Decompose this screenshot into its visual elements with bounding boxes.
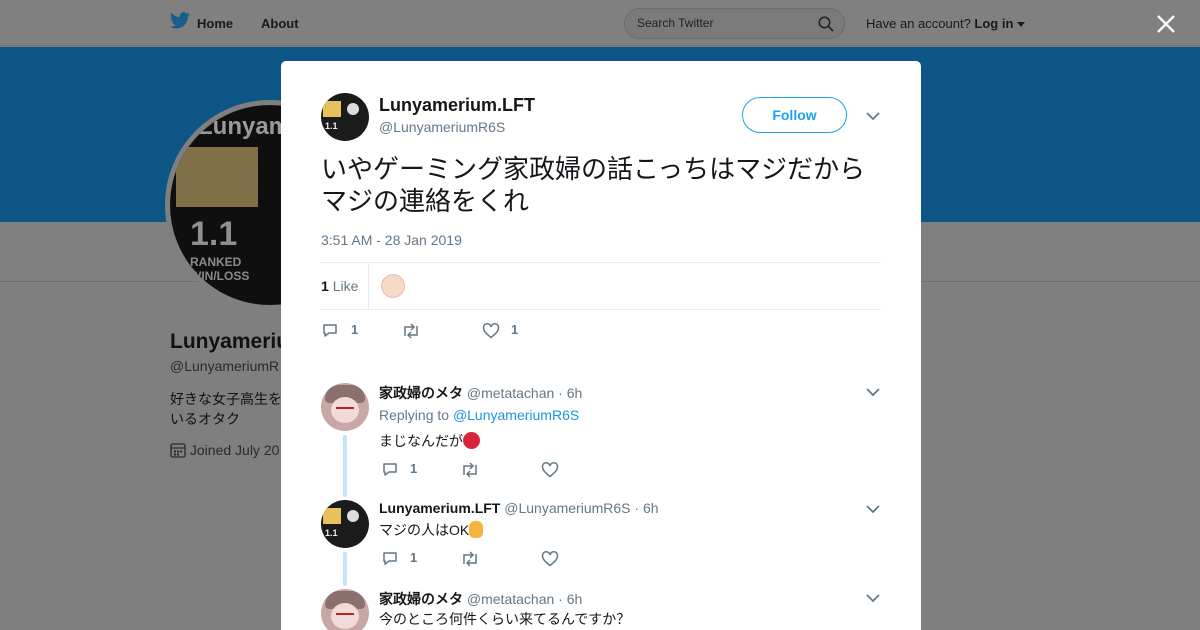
have-account-prompt: Have an account? Log in: [866, 16, 1026, 31]
replying-to-line: Replying to @LunyameriumR6S: [379, 407, 579, 423]
reply-author-name[interactable]: Lunyamerium.LFT: [379, 500, 500, 516]
reply-avatar[interactable]: [321, 589, 369, 630]
avatar-artwork: [176, 147, 258, 207]
avatar-caption-line2: WIN/LOSS: [190, 269, 250, 283]
profile-joined-text: Joined July 20: [189, 442, 280, 458]
top-nav-bar: Home About Search Twitter Have an accoun…: [0, 0, 1200, 46]
reply-avatar[interactable]: 1.1: [321, 500, 369, 548]
avatar-emblem: [347, 510, 359, 522]
calendar-icon: [170, 443, 186, 458]
twitter-logo-icon[interactable]: [170, 12, 190, 29]
nav-about-link[interactable]: About: [261, 16, 299, 31]
heart-icon[interactable]: [482, 322, 500, 340]
reply-actions: 1: [381, 461, 581, 481]
reply-item[interactable]: 家政婦のメタ @metatachan · 6h 今のところ何件くらい来てるんです…: [321, 589, 881, 630]
reply-text: 今のところ何件くらい来てるんですか？: [379, 611, 631, 627]
author-avatar[interactable]: 1.1: [321, 93, 369, 141]
tweet-stats: 1 Like: [321, 262, 881, 310]
tweet-timestamp[interactable]: 3:51 AM - 28 Jan 2019: [321, 232, 462, 248]
chevron-down-icon[interactable]: [866, 387, 880, 397]
reply-text: マジの人はOK: [379, 522, 470, 538]
retweet-icon[interactable]: [460, 461, 480, 479]
reply-item[interactable]: 家政婦のメタ @metatachan · 6h Replying to @Lun…: [321, 383, 881, 497]
likes-stat[interactable]: 1 Like: [321, 278, 358, 294]
profile-bio: 好きな女子高生を いるオタク: [170, 389, 282, 429]
reply-count: 1: [410, 550, 418, 565]
replying-to-label: Replying to: [379, 407, 450, 423]
avatar-artwork: [323, 101, 341, 117]
retweet-icon[interactable]: [401, 322, 421, 340]
liker-avatar[interactable]: [381, 274, 405, 298]
avatar-number-text: 1.1: [325, 121, 338, 131]
avatar-eyes: [336, 613, 354, 617]
angry-face-icon: [463, 432, 480, 449]
reply-icon[interactable]: [381, 550, 399, 568]
reply-avatar[interactable]: [321, 383, 369, 431]
reply-text: まじなんだが: [379, 433, 463, 449]
reply-actions: 1: [381, 550, 581, 570]
likes-count: 1: [321, 278, 329, 294]
reply-time[interactable]: · 6h: [558, 385, 582, 401]
profile-joined: Joined July 20: [170, 442, 279, 458]
heart-icon[interactable]: [541, 550, 559, 568]
reply-count: 1: [410, 461, 418, 476]
author-name[interactable]: Lunyamerium.LFT: [379, 95, 535, 116]
reply-count: 1: [351, 322, 359, 337]
heart-icon[interactable]: [541, 461, 559, 479]
reply-author-handle[interactable]: @metatachan: [467, 385, 554, 401]
likes-label: Like: [332, 278, 359, 294]
reply-icon[interactable]: [381, 461, 399, 479]
thread-line: [343, 552, 347, 586]
reply-author-handle[interactable]: @metatachan: [467, 591, 554, 607]
reply-author-name[interactable]: 家政婦のメタ: [379, 591, 463, 607]
reply-text-line: まじなんだが: [379, 431, 480, 451]
author-handle[interactable]: @LunyameriumR6S: [379, 119, 505, 135]
search-icon[interactable]: [818, 16, 834, 32]
profile-bio-line2: いるオタク: [170, 411, 240, 427]
avatar-number-text: 1.1: [325, 528, 338, 538]
reply-author-handle[interactable]: @LunyameriumR6S: [504, 500, 630, 516]
replying-to-link[interactable]: @LunyameriumR6S: [453, 407, 579, 423]
follow-button[interactable]: Follow: [742, 97, 847, 133]
chevron-down-icon[interactable]: [866, 111, 880, 121]
search-placeholder: Search Twitter: [637, 16, 714, 30]
reply-text-line: マジの人はOK: [379, 520, 484, 540]
profile-bio-line1: 好きな女子高生を: [170, 391, 282, 407]
chevron-down-icon[interactable]: [866, 504, 880, 514]
avatar-eyes: [336, 407, 354, 411]
tweet-modal: 1.1 Lunyamerium.LFT @LunyameriumR6S Foll…: [281, 61, 921, 630]
reply-header: 家政婦のメタ @metatachan · 6h: [379, 383, 582, 403]
reply-header: Lunyamerium.LFT @LunyameriumR6S · 6h: [379, 500, 659, 516]
reply-time[interactable]: · 6h: [558, 591, 582, 607]
avatar-caption: RANKED WIN/LOSS: [190, 255, 249, 283]
login-link[interactable]: Log in: [974, 16, 1013, 31]
reply-icon[interactable]: [321, 322, 339, 340]
reply-header: 家政婦のメタ @metatachan · 6h: [379, 589, 582, 609]
nav-home-link[interactable]: Home: [197, 16, 233, 31]
reply-text-line: 今のところ何件くらい来てるんですか？: [379, 609, 630, 629]
tweet-text: いやゲーミング家政婦の話こっちはマジだからマジの連絡をくれ: [321, 155, 866, 217]
retweet-icon[interactable]: [460, 550, 480, 568]
thread-line: [343, 435, 347, 497]
chevron-down-icon[interactable]: [866, 593, 880, 603]
reply-time[interactable]: · 6h: [634, 500, 658, 516]
avatar-number-text: 1.1: [190, 215, 238, 253]
reply-author-name[interactable]: 家政婦のメタ: [379, 385, 463, 401]
close-icon[interactable]: [1152, 10, 1180, 38]
search-input[interactable]: Search Twitter: [624, 8, 845, 39]
avatar-caption-line1: RANKED: [190, 255, 242, 269]
raised-hand-icon: [469, 521, 484, 538]
have-account-text: Have an account?: [866, 16, 971, 31]
tweet-actions: 1 1: [321, 322, 621, 342]
reply-item[interactable]: 1.1 Lunyamerium.LFT @LunyameriumR6S · 6h…: [321, 500, 881, 590]
profile-handle: @LunyameriumR: [170, 358, 280, 374]
avatar-emblem: [347, 103, 359, 115]
like-count: 1: [511, 322, 519, 337]
stats-divider: [368, 263, 369, 310]
avatar-artwork: [323, 508, 341, 524]
caret-down-icon[interactable]: [1017, 22, 1026, 28]
